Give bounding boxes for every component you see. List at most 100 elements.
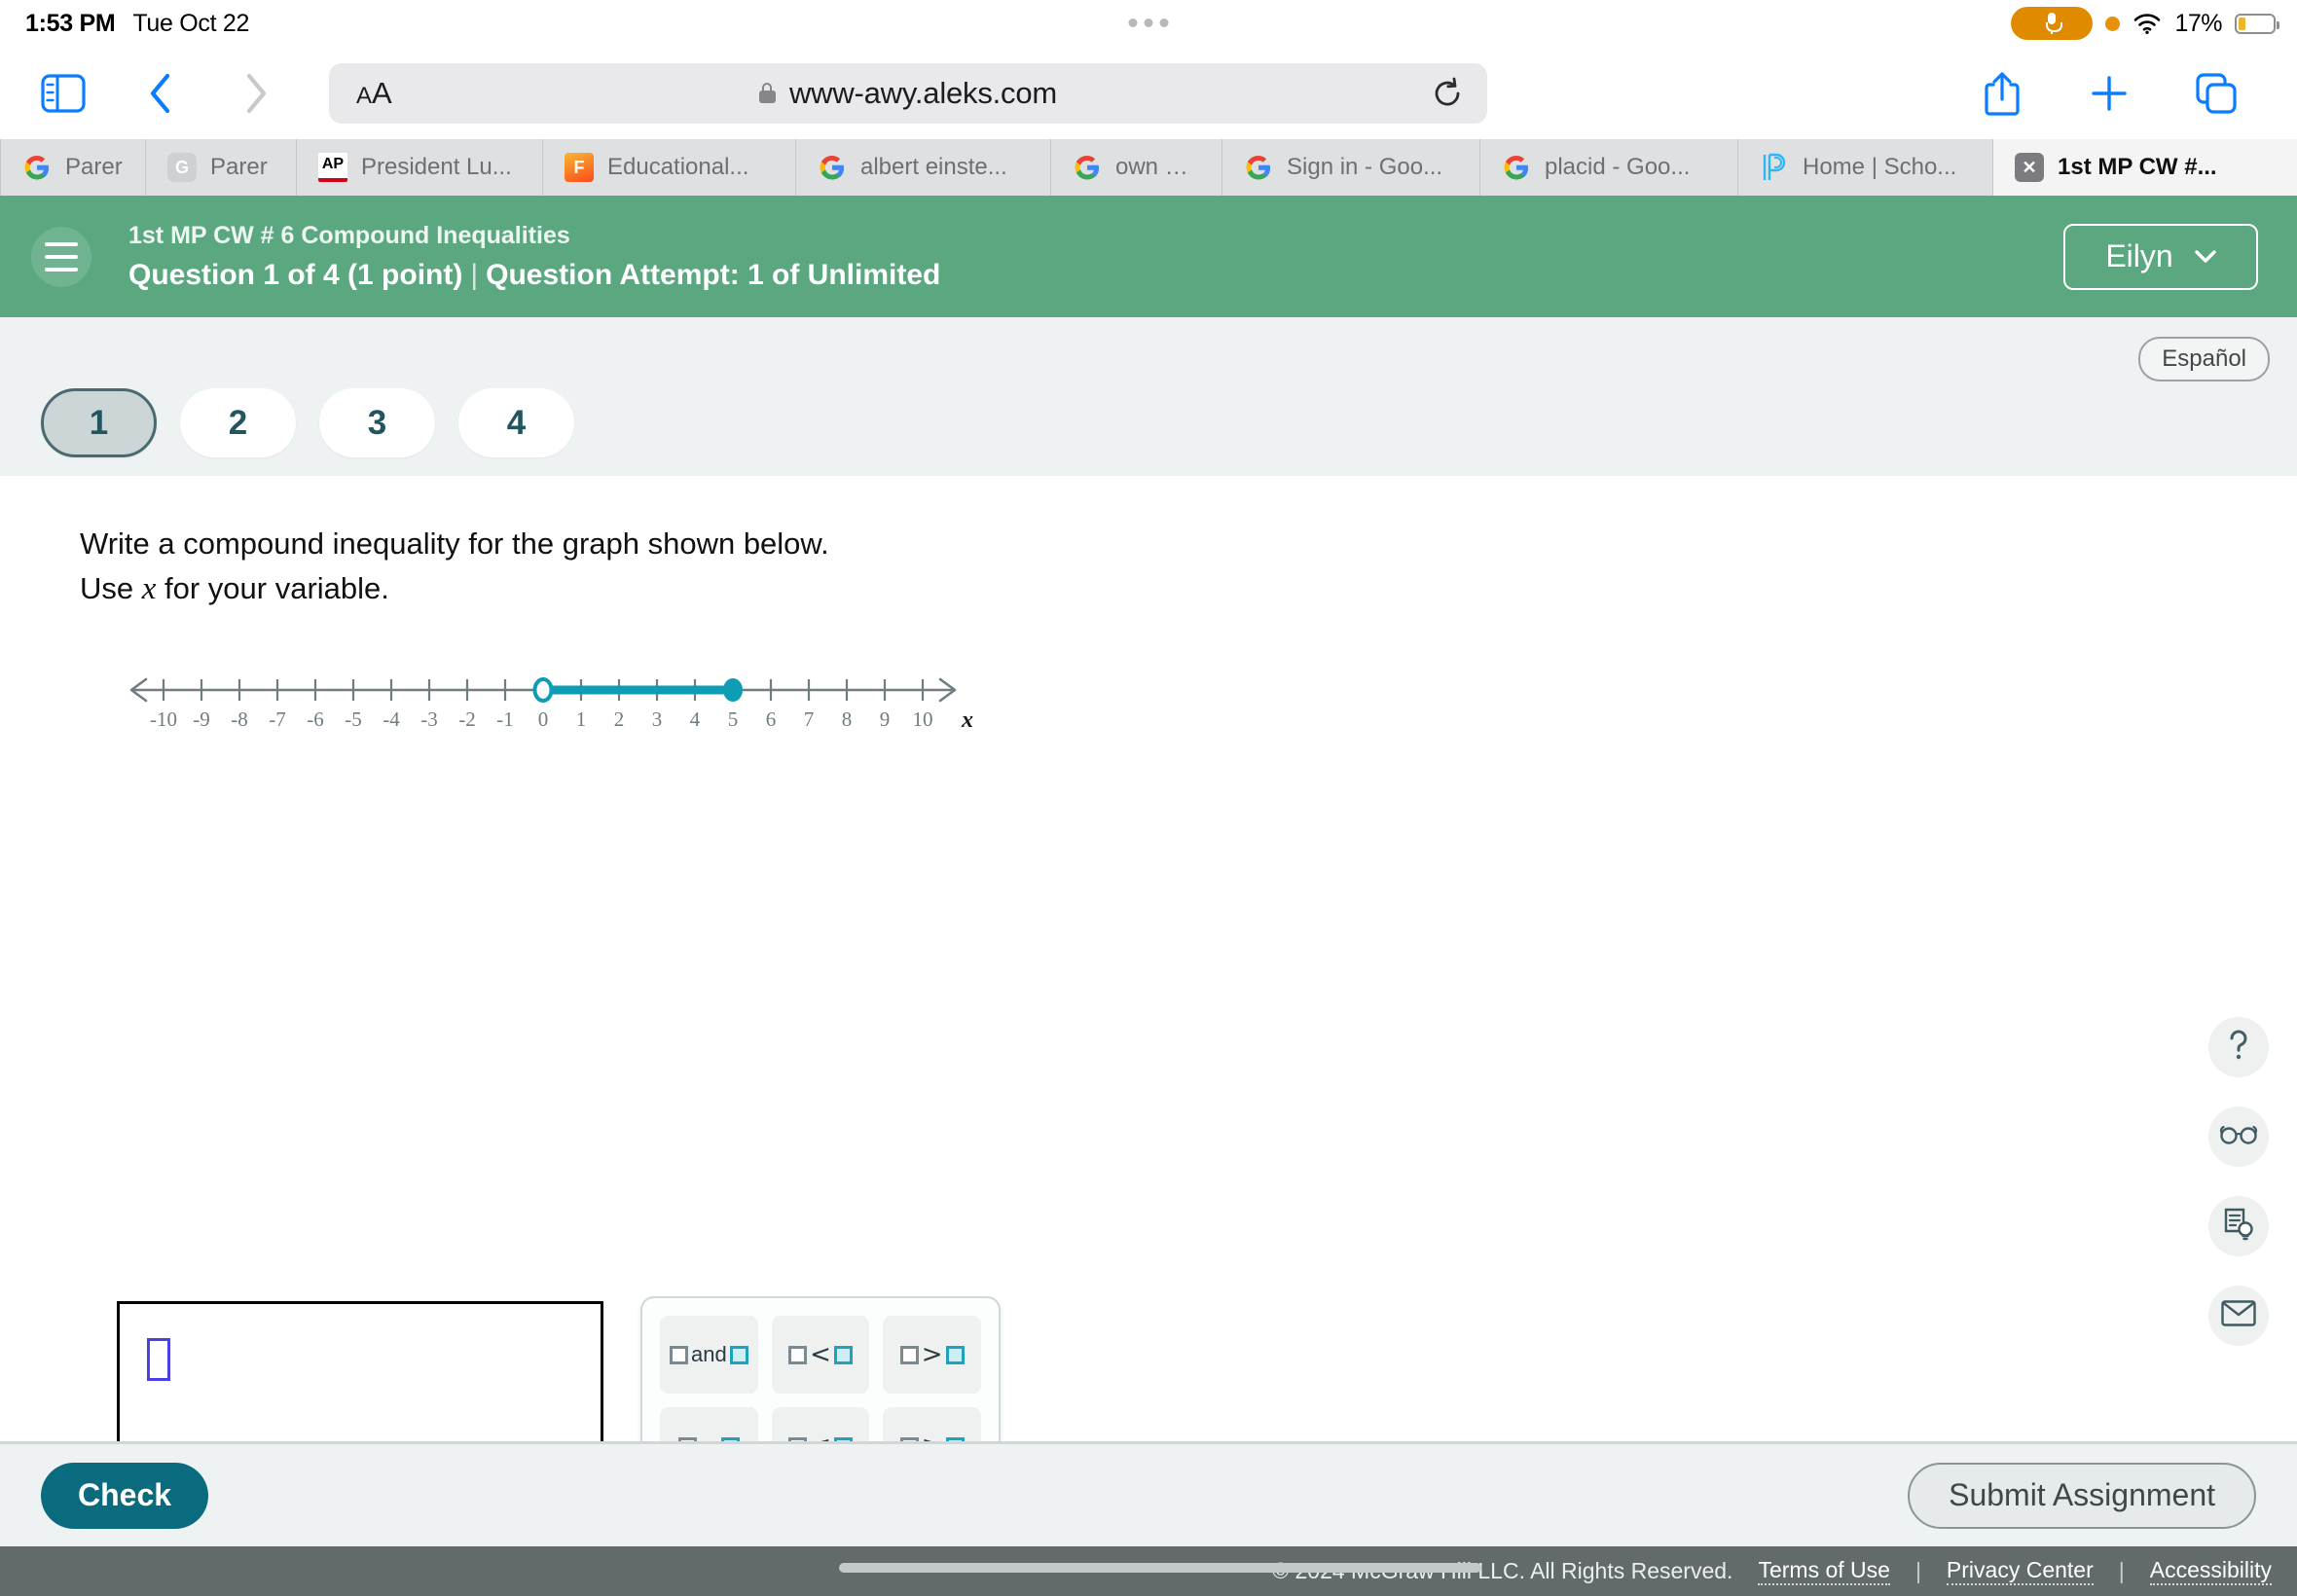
toolbar-right-icons — [1949, 70, 2297, 117]
notes-lightbulb-icon — [2222, 1208, 2255, 1246]
svg-text:7: 7 — [804, 707, 815, 731]
svg-text:-10: -10 — [150, 707, 177, 731]
google-gray-icon: G — [167, 153, 197, 182]
svg-text:x: x — [961, 707, 973, 733]
tab-item[interactable]: F Educational... — [543, 139, 796, 196]
variable-x: x — [141, 570, 157, 606]
action-bar: Check Submit Assignment — [0, 1441, 2297, 1546]
dynamic-island-dots — [1128, 18, 1169, 27]
status-separator: | — [470, 258, 479, 291]
number-line-graph: -10 -9 -8 -7 -6 -5 -4 -3 -2 -1 0 1 2 3 4 5 6 7 8 9 10 x — [117, 649, 993, 746]
prompt-line-2: Use x for your variable. — [80, 570, 389, 606]
address-bar[interactable]: AA www-awy.aleks.com — [329, 62, 1487, 124]
tab-item-active[interactable]: ✕ 1st MP CW #... — [1993, 139, 2297, 196]
ios-status-bar: 1:53 PM Tue Oct 22 17% — [0, 0, 2297, 47]
ap-news-icon: AP — [318, 153, 347, 182]
user-menu-button[interactable]: Eilyn — [2063, 223, 2258, 290]
review-button[interactable] — [2208, 1106, 2269, 1167]
pearson-p-icon — [1760, 153, 1789, 182]
greater-than-button[interactable]: > — [883, 1316, 982, 1394]
text-size-button[interactable]: AA — [329, 76, 392, 111]
question-mark-icon — [2224, 1028, 2253, 1068]
tab-item[interactable]: AP President Lu... — [297, 139, 543, 196]
lock-icon — [758, 83, 776, 103]
svg-text:-6: -6 — [307, 707, 324, 731]
sidebar-toggle-icon[interactable] — [41, 73, 86, 113]
question-counter: Question 1 of 4 (1 point) — [128, 258, 463, 291]
google-g-icon — [22, 153, 52, 182]
tab-item[interactable]: Sign in - Goo... — [1222, 139, 1480, 196]
accessibility-link[interactable]: Accessibility — [2149, 1557, 2272, 1585]
question-prompt: Write a compound inequality for the grap… — [80, 523, 829, 613]
aleks-x-icon: ✕ — [2015, 153, 2044, 182]
assignment-title: 1st MP CW # 6 Compound Inequalities — [128, 221, 570, 249]
wifi-icon — [2133, 13, 2162, 34]
svg-text:10: 10 — [913, 707, 933, 731]
placeholder-box-right — [833, 1345, 853, 1364]
tab-label: Parer — [65, 154, 123, 180]
tab-item[interactable]: G Parer — [146, 139, 297, 196]
question-pill-1[interactable]: 1 — [41, 388, 157, 457]
tab-label: Educational... — [607, 154, 749, 180]
google-g-icon — [818, 153, 847, 182]
check-button[interactable]: Check — [41, 1462, 209, 1529]
hamburger-menu-icon[interactable] — [31, 226, 91, 287]
tab-item[interactable]: Parer — [0, 139, 146, 196]
less-than-button[interactable]: < — [771, 1316, 870, 1394]
mic-in-use-indicator — [2105, 16, 2121, 31]
svg-text:0: 0 — [538, 707, 549, 731]
svg-text:-5: -5 — [345, 707, 362, 731]
terms-of-use-link[interactable]: Terms of Use — [1758, 1557, 1890, 1585]
question-pill-2[interactable]: 2 — [180, 388, 296, 457]
envelope-icon — [2221, 1300, 2256, 1331]
footer-separator: | — [1914, 1558, 1921, 1583]
tab-item[interactable]: Home | Scho... — [1738, 139, 1993, 196]
placeholder-box-left — [899, 1345, 919, 1364]
footer-separator: | — [2118, 1558, 2125, 1583]
tab-label: Parer — [210, 154, 268, 180]
horizontal-scrollbar[interactable] — [839, 1563, 1481, 1573]
tab-label: albert einste... — [860, 154, 1007, 180]
question-pill-4[interactable]: 4 — [458, 388, 574, 457]
tab-item[interactable]: albert einste... — [796, 139, 1051, 196]
formative-f-icon: F — [565, 153, 594, 182]
tab-item[interactable]: own words,... — [1051, 139, 1222, 196]
and-operator: and — [690, 1342, 727, 1366]
header-text-block: 1st MP CW # 6 Compound Inequalities Ques… — [128, 222, 940, 292]
glasses-icon — [2219, 1124, 2258, 1150]
help-button[interactable] — [2208, 1017, 2269, 1077]
google-g-icon — [1502, 153, 1531, 182]
espanol-button[interactable]: Español — [2138, 337, 2270, 381]
and-button[interactable]: and — [660, 1316, 758, 1394]
date: Tue Oct 22 — [132, 9, 250, 37]
share-icon[interactable] — [1949, 70, 2056, 117]
tab-label: Sign in - Goo... — [1287, 154, 1443, 180]
svg-text:6: 6 — [766, 707, 777, 731]
placeholder-box-left — [788, 1345, 808, 1364]
google-g-icon — [1244, 153, 1273, 182]
submit-assignment-button[interactable]: Submit Assignment — [1908, 1462, 2256, 1529]
microphone-icon — [2011, 7, 2094, 40]
plus-icon[interactable] — [2056, 73, 2163, 114]
reload-icon[interactable] — [1431, 77, 1464, 110]
prompt-line-1: Write a compound inequality for the grap… — [80, 526, 829, 561]
back-button[interactable] — [144, 71, 177, 116]
svg-text:-9: -9 — [193, 707, 210, 731]
svg-text:3: 3 — [652, 707, 663, 731]
question-pill-3[interactable]: 3 — [319, 388, 435, 457]
tab-label: 1st MP CW #... — [2058, 154, 2217, 180]
url-text: www-awy.aleks.com — [788, 75, 1058, 110]
message-button[interactable] — [2208, 1286, 2269, 1346]
tabs-icon[interactable] — [2163, 71, 2270, 116]
svg-text:-2: -2 — [458, 707, 476, 731]
greater-than-operator: > — [921, 1340, 943, 1369]
tool-rail — [2208, 1017, 2269, 1346]
chevron-down-icon — [2194, 250, 2216, 263]
tab-item[interactable]: placid - Goo... — [1480, 139, 1738, 196]
explanation-button[interactable] — [2208, 1196, 2269, 1256]
browser-toolbar: AA www-awy.aleks.com — [0, 47, 2297, 139]
svg-text:9: 9 — [880, 707, 891, 731]
privacy-center-link[interactable]: Privacy Center — [1946, 1557, 2094, 1585]
tab-bar: Parer G Parer AP President Lu... F Educa… — [0, 139, 2297, 196]
user-name: Eilyn — [2105, 238, 2173, 273]
